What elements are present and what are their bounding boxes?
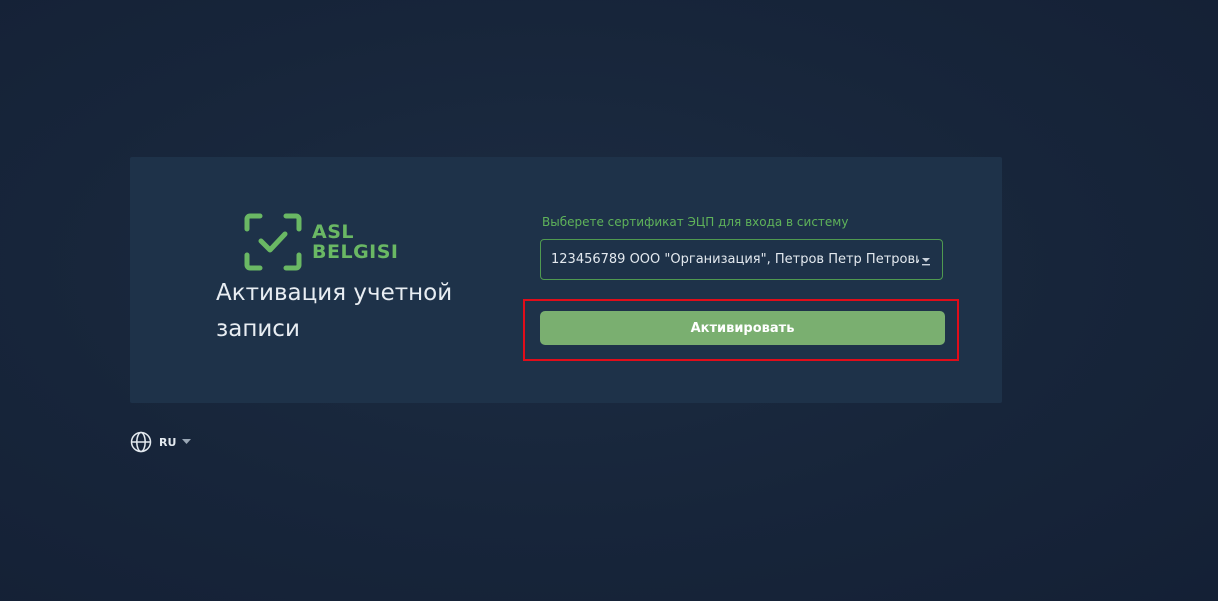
check-in-frame-icon — [244, 213, 302, 271]
language-code: RU — [159, 435, 177, 449]
globe-icon — [130, 431, 152, 453]
sort-down-icon — [922, 258, 930, 266]
certificate-label: Выберете сертификат ЭЦП для входа в сист… — [542, 215, 849, 229]
logo-line-2: BELGISI — [312, 241, 399, 263]
activate-button[interactable]: Активировать — [540, 311, 945, 345]
certificate-select[interactable]: 123456789 ООО "Организация", Петров Петр… — [540, 239, 943, 280]
logo-wordmark: ASL BELGISI — [312, 222, 399, 262]
asl-belgisi-logo: ASL BELGISI — [244, 213, 404, 273]
certificate-selected-value: 123456789 ООО "Организация", Петров Петр… — [551, 252, 919, 267]
language-selector[interactable]: RU — [130, 431, 192, 453]
page-title: Активация учетной записи — [216, 280, 453, 342]
logo-line-1: ASL — [312, 221, 354, 243]
activation-card: ASL BELGISI Активация учетной записи Выб… — [130, 157, 1002, 403]
chevron-down-icon — [182, 439, 192, 444]
